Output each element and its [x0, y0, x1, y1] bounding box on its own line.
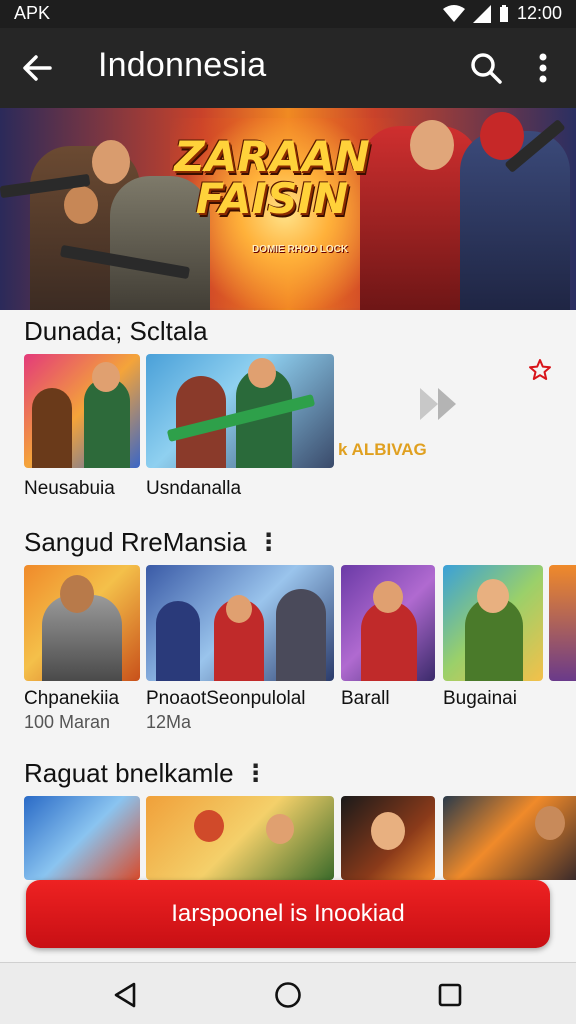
section-title-3: Raguat bnelkamle ⋮ — [24, 758, 268, 789]
signal-icon — [472, 4, 491, 23]
recents-square-icon[interactable] — [434, 979, 466, 1011]
thumb-figure — [361, 601, 417, 681]
app-bar: Indonnesia — [0, 28, 576, 108]
card-sub: 12Ma — [146, 712, 192, 732]
card-label: Barall — [341, 688, 390, 709]
thumb-head — [194, 810, 224, 842]
thumb-figure — [276, 589, 326, 681]
double-chevron-right-icon[interactable] — [418, 384, 462, 424]
card-label: PnoaotSeonpulolal — [146, 688, 306, 709]
game-thumb-11[interactable] — [443, 796, 576, 880]
battery-icon — [499, 4, 508, 22]
game-thumb-7[interactable] — [549, 565, 576, 681]
page-title: Indonnesia — [98, 46, 267, 84]
section-title-2: Sangud RreMansia ⋮ — [24, 527, 281, 558]
status-app-label: APK — [14, 3, 51, 23]
thumb-head — [373, 581, 403, 613]
card-label: Neusabuia — [24, 478, 115, 499]
hero-title-line2: FAISIN — [195, 174, 349, 223]
card-sub: 100 Maran — [24, 712, 111, 732]
thumb-head — [248, 358, 276, 388]
promo-tag: k ALBIVAG — [338, 440, 427, 459]
game-thumb-3[interactable] — [24, 565, 140, 681]
thumb-head — [60, 575, 94, 613]
section-title-1: Dunada; Scltala — [24, 316, 208, 347]
more-vertical-icon[interactable]: ⋮ — [244, 759, 268, 788]
thumb-figure — [32, 388, 72, 468]
hero-title-line1: ZARAAN — [174, 132, 370, 181]
card-label: Usndanalla — [146, 478, 242, 499]
game-thumb-2[interactable] — [146, 354, 334, 468]
game-thumb-1[interactable] — [24, 354, 140, 468]
card-label: Chpanekiia — [24, 688, 120, 709]
status-icons: 12:00 — [442, 3, 562, 24]
thumb-head — [477, 579, 509, 613]
game-thumb-9[interactable] — [146, 796, 334, 880]
hero-subtitle: DOMIE RHOD LOCK — [251, 244, 349, 255]
system-nav-bar — [0, 962, 576, 1024]
hero-head-1 — [92, 140, 130, 184]
thumb-head — [371, 812, 405, 850]
thumb-head — [92, 362, 120, 392]
section-title-2-text: Sangud RreMansia — [24, 527, 247, 557]
section-title-3-text: Raguat bnelkamle — [24, 758, 234, 788]
star-outline-icon[interactable] — [528, 358, 552, 382]
thumb-head — [266, 814, 294, 844]
thumb-figure — [156, 601, 200, 681]
game-thumb-5[interactable] — [341, 565, 435, 681]
home-circle-icon[interactable] — [272, 979, 304, 1011]
hero-head-3 — [410, 120, 454, 170]
status-time: 12:00 — [516, 3, 562, 23]
arrow-left-icon[interactable] — [18, 48, 58, 88]
card-label: Bugainai — [443, 688, 517, 709]
hero-banner[interactable]: ZARAAN FAISIN DOMIE RHOD LOCK — [0, 108, 576, 310]
game-thumb-4[interactable] — [146, 565, 334, 681]
game-thumb-6[interactable] — [443, 565, 543, 681]
thumb-head — [226, 595, 252, 623]
section-title-1-text: Dunada; Scltala — [24, 316, 208, 346]
game-thumb-10[interactable] — [341, 796, 435, 880]
hero-title: ZARAAN FAISIN — [172, 136, 372, 220]
search-icon[interactable] — [466, 48, 506, 88]
more-vertical-icon[interactable] — [526, 48, 560, 88]
game-thumb-8[interactable] — [24, 796, 140, 880]
install-button[interactable]: Iarspoonel is Inookiad — [26, 880, 550, 948]
wifi-icon — [442, 4, 465, 22]
hero-head-2 — [64, 186, 98, 224]
thumb-head — [535, 806, 565, 840]
back-triangle-icon[interactable] — [110, 979, 142, 1011]
status-bar: APK 12:00 — [0, 0, 576, 28]
more-vertical-icon[interactable]: ⋮ — [257, 528, 281, 557]
